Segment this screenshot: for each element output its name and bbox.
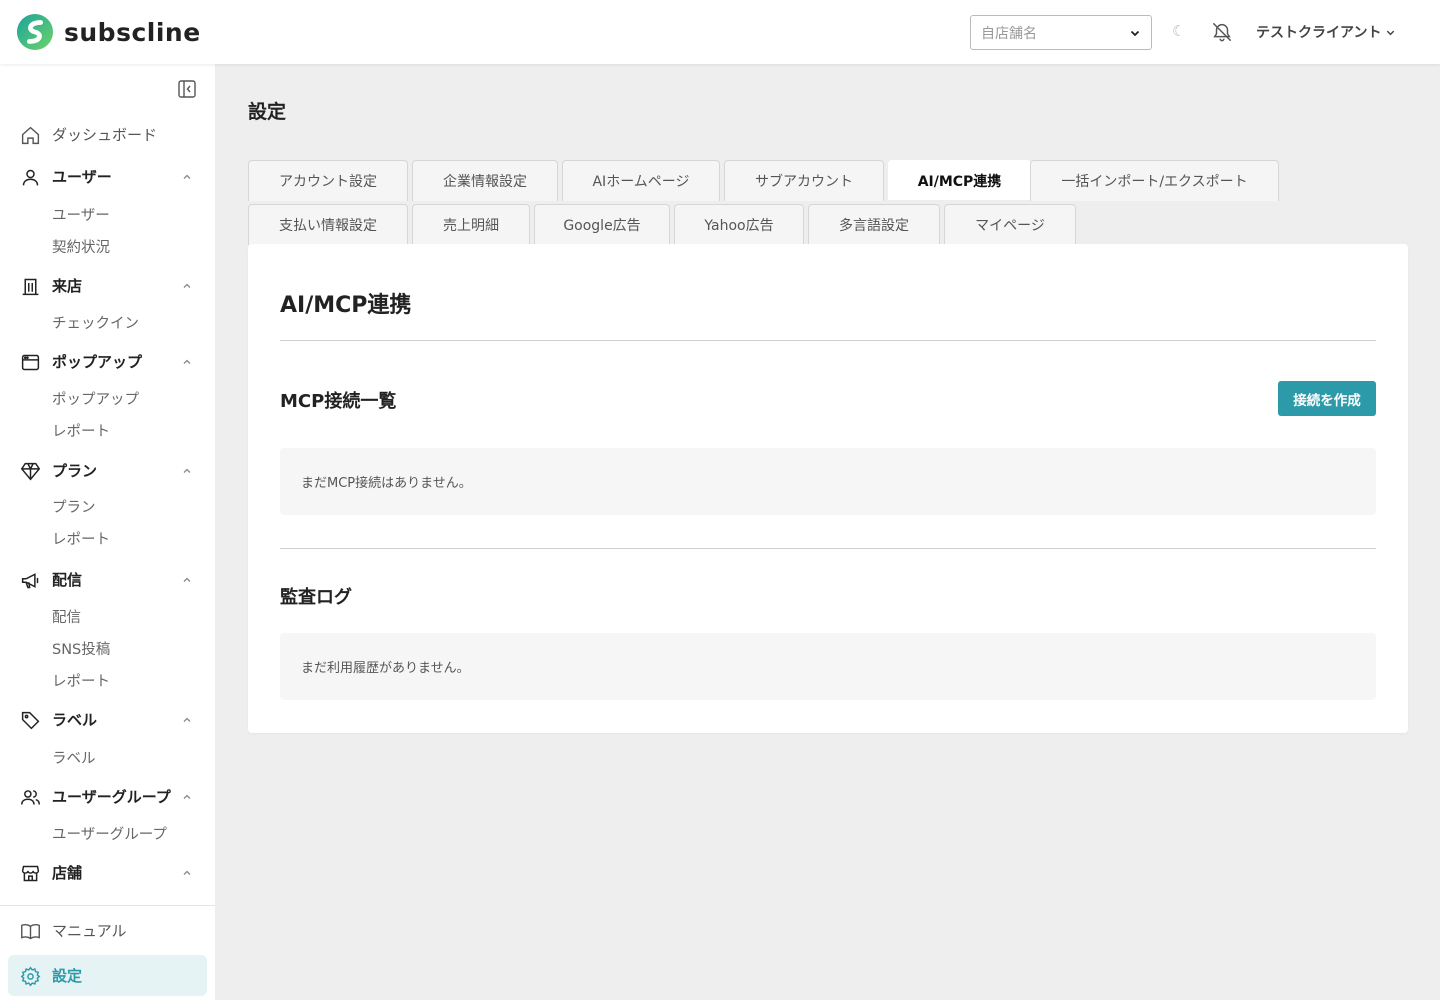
sidebar-item-sns-post[interactable]: SNS投稿 bbox=[52, 639, 110, 661]
create-connection-button[interactable]: 接続を作成 bbox=[1278, 381, 1376, 416]
page-title: 設定 bbox=[248, 101, 287, 123]
user-icon bbox=[22, 169, 39, 185]
tab-sales-details[interactable]: 売上明細 bbox=[412, 204, 530, 245]
tab-company-info[interactable]: 企業情報設定 bbox=[412, 160, 558, 201]
sidebar: ダッシュボード ユーザー ユーザー 契約状況 来店 チェックイン ポップアップ … bbox=[0, 64, 215, 1000]
audit-empty-state: まだ利用履歴がありません。 bbox=[280, 633, 1376, 700]
sidebar-item-settings[interactable]: 設定 bbox=[52, 964, 82, 988]
store-select-placeholder: 自店舗名 bbox=[981, 25, 1037, 42]
logo-icon bbox=[16, 13, 54, 51]
chevron-up-icon[interactable] bbox=[182, 172, 192, 182]
chevron-up-icon[interactable] bbox=[182, 792, 192, 802]
user-menu[interactable]: テストクライアント bbox=[1256, 22, 1396, 42]
sidebar-item-settings-icon-wrap[interactable] bbox=[20, 964, 41, 988]
chevron-up-icon[interactable] bbox=[182, 357, 192, 367]
store-select[interactable]: 自店舗名 bbox=[970, 15, 1152, 50]
chevron-up-icon[interactable] bbox=[182, 281, 192, 291]
divider bbox=[280, 548, 1376, 549]
sidebar-group-user-icon-wrap[interactable] bbox=[20, 165, 41, 189]
gear-icon bbox=[20, 966, 41, 986]
tab-multilingual[interactable]: 多言語設定 bbox=[808, 204, 940, 245]
sidebar-group-popup[interactable]: ポップアップ bbox=[52, 350, 142, 374]
tab-account-settings[interactable]: アカウント設定 bbox=[248, 160, 408, 201]
sidebar-item-label[interactable]: ラベル bbox=[52, 748, 96, 770]
sidebar-group-store[interactable]: 店舗 bbox=[52, 861, 82, 885]
sidebar-item-usergroup[interactable]: ユーザーグループ bbox=[52, 824, 167, 846]
chevron-up-icon[interactable] bbox=[182, 868, 192, 878]
chevron-down-icon bbox=[1387, 30, 1395, 35]
divider bbox=[280, 340, 1376, 341]
tab-ai-mcp[interactable]: AI/MCP連携 bbox=[888, 160, 1031, 200]
dark-mode-toggle-icon[interactable]: ☾ bbox=[1172, 22, 1185, 40]
sidebar-item-manual[interactable]: マニュアル bbox=[52, 919, 127, 943]
tab-bulk-import-export[interactable]: 一括インポート/エクスポート bbox=[1030, 160, 1279, 201]
sidebar-group-label-icon-wrap[interactable] bbox=[20, 708, 41, 732]
tab-sub-account[interactable]: サブアカウント bbox=[724, 160, 884, 201]
home-icon bbox=[21, 126, 40, 144]
tab-ai-homepage[interactable]: AIホームページ bbox=[562, 160, 720, 201]
sidebar-item-plan-report[interactable]: レポート bbox=[52, 529, 110, 551]
building-icon bbox=[22, 278, 39, 295]
book-open-icon bbox=[21, 923, 40, 939]
sidebar-item-users[interactable]: ユーザー bbox=[52, 205, 110, 227]
sidebar-item-manual-icon-wrap[interactable] bbox=[20, 919, 41, 943]
sidebar-group-user[interactable]: ユーザー bbox=[52, 165, 112, 189]
logo[interactable]: subscline bbox=[16, 13, 201, 51]
sidebar-group-visit-icon-wrap[interactable] bbox=[20, 274, 41, 298]
sidebar-group-store-icon-wrap[interactable] bbox=[20, 861, 41, 885]
top-header: subscline 自店舗名 ☾ テストクライアント bbox=[0, 0, 1440, 64]
sidebar-group-usergroup-icon-wrap[interactable] bbox=[20, 785, 41, 809]
tab-google-ads[interactable]: Google広告 bbox=[534, 204, 670, 245]
chevron-down-icon bbox=[1130, 30, 1140, 36]
sidebar-group-label[interactable]: ラベル bbox=[52, 708, 97, 732]
logo-text: subscline bbox=[64, 17, 201, 47]
sidebar-group-visit[interactable]: 来店 bbox=[52, 274, 82, 298]
sidebar-group-delivery[interactable]: 配信 bbox=[52, 568, 82, 592]
sidebar-item-dashboard-label[interactable]: ダッシュボード bbox=[52, 123, 157, 147]
sidebar-item-popup-report[interactable]: レポート bbox=[52, 421, 110, 443]
bell-off-icon[interactable] bbox=[1211, 21, 1233, 43]
sidebar-divider bbox=[0, 905, 215, 906]
sidebar-group-popup-icon-wrap[interactable] bbox=[20, 350, 41, 374]
sidebar-item-delivery-report[interactable]: レポート bbox=[52, 671, 110, 693]
sidebar-item-popup[interactable]: ポップアップ bbox=[52, 389, 139, 411]
settings-card: AI/MCP連携 MCP接続一覧 接続を作成 まだMCP接続はありません。 監査… bbox=[248, 244, 1408, 733]
tab-payment-info[interactable]: 支払い情報設定 bbox=[248, 204, 408, 245]
mcp-section-title: MCP接続一覧 bbox=[280, 391, 397, 412]
store-icon bbox=[21, 865, 40, 881]
tab-yahoo-ads[interactable]: Yahoo広告 bbox=[674, 204, 804, 245]
sidebar-item-plan[interactable]: プラン bbox=[52, 497, 96, 519]
audit-section-title: 監査ログ bbox=[280, 587, 352, 608]
gem-icon bbox=[20, 462, 41, 481]
sidebar-group-plan[interactable]: プラン bbox=[52, 459, 97, 483]
chevron-up-icon[interactable] bbox=[182, 466, 192, 476]
browser-window-icon bbox=[21, 354, 40, 370]
mcp-empty-state: まだMCP接続はありません。 bbox=[280, 448, 1376, 515]
chevron-up-icon[interactable] bbox=[182, 575, 192, 585]
sidebar-item-dashboard[interactable] bbox=[20, 123, 41, 147]
users-icon bbox=[21, 789, 40, 805]
sidebar-item-contracts[interactable]: 契約状況 bbox=[52, 237, 110, 259]
chevron-up-icon[interactable] bbox=[182, 715, 192, 725]
sidebar-collapse-icon[interactable] bbox=[177, 79, 197, 99]
megaphone-icon bbox=[21, 572, 39, 588]
tab-my-page[interactable]: マイページ bbox=[944, 204, 1076, 245]
sidebar-group-delivery-icon-wrap[interactable] bbox=[20, 568, 41, 592]
sidebar-item-checkin[interactable]: チェックイン bbox=[52, 313, 139, 335]
sidebar-item-delivery[interactable]: 配信 bbox=[52, 607, 81, 629]
tag-icon bbox=[21, 711, 40, 729]
sidebar-group-plan-icon-wrap[interactable] bbox=[20, 459, 41, 483]
sidebar-group-usergroup[interactable]: ユーザーグループ bbox=[52, 785, 171, 809]
card-title: AI/MCP連携 bbox=[280, 293, 412, 318]
user-name: テストクライアント bbox=[1256, 25, 1382, 41]
